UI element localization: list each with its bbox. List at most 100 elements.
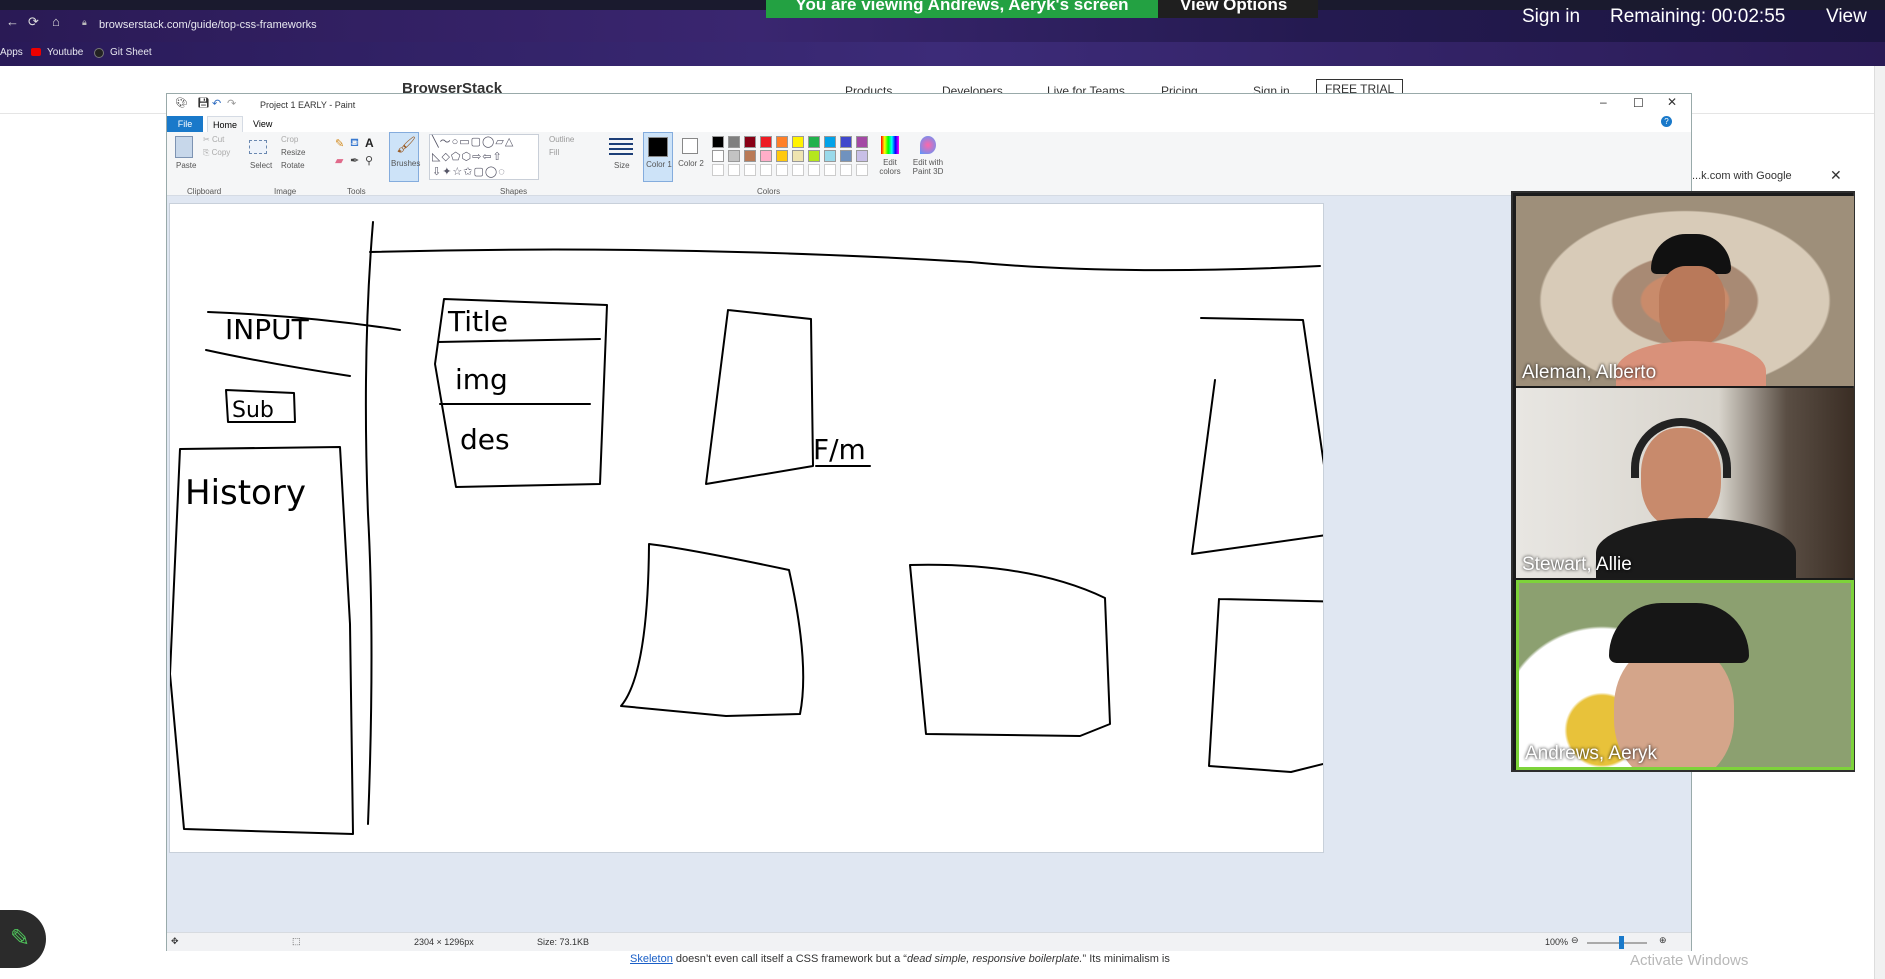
select-icon[interactable] <box>249 140 267 154</box>
copy-button[interactable]: ⎘ Copy <box>203 148 230 158</box>
page-scrollbar[interactable] <box>1874 66 1885 979</box>
eraser-icon[interactable]: ▰ <box>335 154 343 167</box>
brushes-button[interactable]: 🖌︎ Brushes <box>389 132 421 182</box>
tab-file[interactable]: File <box>167 116 203 132</box>
palette-custom-swatch[interactable] <box>776 164 788 176</box>
reload-icon[interactable]: ⟳ <box>28 14 39 30</box>
paint-status-bar: ✥ ⬚ 2304 × 1296px Size: 73.1KB 100% ⊖ ⊕ <box>167 932 1691 951</box>
zoom-slider[interactable] <box>1587 942 1647 944</box>
palette-swatch[interactable] <box>792 136 804 148</box>
palette-custom-swatch[interactable] <box>760 164 772 176</box>
size-icon[interactable] <box>609 138 633 156</box>
article-quote: dead simple, responsive boilerplate. <box>906 953 1083 965</box>
sketch-label-history: History <box>185 473 306 513</box>
bookmark-apps[interactable]: Apps <box>0 47 23 58</box>
color-picker-icon[interactable]: ✒︎ <box>350 154 359 167</box>
zoom-view-button[interactable]: View <box>1826 6 1867 28</box>
crop-button[interactable]: Crop <box>281 135 298 144</box>
outline-button[interactable]: Outline <box>549 135 574 144</box>
palette-swatch[interactable] <box>760 150 772 162</box>
drawing-canvas[interactable]: INPUT Sub History Title img des F/m <box>170 204 1323 852</box>
palette-custom-swatch[interactable] <box>728 164 740 176</box>
video-tile-2[interactable]: Stewart, Allie <box>1516 388 1854 578</box>
palette-swatch[interactable] <box>728 136 740 148</box>
shapes-gallery[interactable]: ╲〜○▭▢◯▱△ ◺◇⬠⬡⇨⇦⇧ ⇩✦☆✩▢◯◌ <box>429 134 539 180</box>
color2-label: Color 2 <box>678 159 704 168</box>
palette-swatch[interactable] <box>824 136 836 148</box>
rotate-button[interactable]: Rotate <box>281 161 305 170</box>
annotate-button[interactable]: ✎ <box>0 910 46 968</box>
palette-swatch[interactable] <box>712 136 724 148</box>
view-options-button[interactable]: View Options <box>1158 0 1318 18</box>
palette-custom-swatch[interactable] <box>712 164 724 176</box>
palette-swatch[interactable] <box>856 150 868 162</box>
undo-icon[interactable]: ↶ <box>212 97 221 110</box>
palette-swatch[interactable] <box>824 150 836 162</box>
magnifier-icon[interactable]: ⚲ <box>365 154 373 167</box>
sketch-label-input: INPUT <box>225 313 310 346</box>
sketch-label-des: des <box>460 423 510 456</box>
palette-swatch[interactable] <box>856 136 868 148</box>
text-icon[interactable]: A <box>365 136 374 150</box>
palette-swatch[interactable] <box>776 150 788 162</box>
skeleton-link[interactable]: Skeleton <box>630 953 673 965</box>
google-close-icon[interactable]: ✕ <box>1830 167 1842 184</box>
fill-button[interactable]: Fill <box>549 148 559 157</box>
video-tile-1[interactable]: Aleman, Alberto <box>1516 196 1854 386</box>
palette-custom-swatch[interactable] <box>840 164 852 176</box>
tab-view[interactable]: View <box>253 119 272 129</box>
minimize-icon[interactable]: – <box>1600 95 1607 109</box>
close-icon[interactable]: ✕ <box>1667 95 1677 109</box>
palette-custom-swatch[interactable] <box>856 164 868 176</box>
bookmark-git-sheet[interactable]: Git Sheet <box>110 47 152 58</box>
cut-button[interactable]: ✂︎ Cut <box>203 135 224 144</box>
cut-label: Cut <box>211 135 225 144</box>
redo-icon[interactable]: ↷ <box>227 97 236 110</box>
edit-colors-button[interactable]: Edit colors <box>873 132 905 182</box>
zoom-in-icon[interactable]: ⊕ <box>1659 935 1667 946</box>
palette-swatch[interactable] <box>744 136 756 148</box>
palette-custom-swatch[interactable] <box>744 164 756 176</box>
fill-bucket-icon[interactable]: ⛾ <box>350 137 359 151</box>
palette-swatch[interactable] <box>712 150 724 162</box>
article-text-1: doesn’t even call itself a CSS framework… <box>672 953 907 965</box>
edit-paint3d-button[interactable]: Edit with Paint 3D <box>908 132 946 182</box>
maximize-icon[interactable]: ☐ <box>1633 96 1644 110</box>
sketch-header-line <box>369 248 1321 272</box>
palette-custom-swatch[interactable] <box>824 164 836 176</box>
palette-custom-swatch[interactable] <box>808 164 820 176</box>
paste-button[interactable]: Paste <box>176 161 196 170</box>
zoom-sign-in[interactable]: Sign in <box>1522 6 1580 28</box>
help-icon[interactable]: ? <box>1661 116 1672 127</box>
color2-button[interactable]: Color 2 <box>676 132 706 182</box>
palette-swatch[interactable] <box>792 150 804 162</box>
palette-swatch[interactable] <box>760 136 772 148</box>
resize-button[interactable]: Resize <box>281 148 305 157</box>
palette-swatch[interactable] <box>840 136 852 148</box>
palette-swatch[interactable] <box>808 136 820 148</box>
zoom-slider-thumb[interactable] <box>1619 936 1624 949</box>
paint-app-icon: 🎨︎ <box>175 98 188 109</box>
color1-button[interactable]: Color 1 <box>643 132 673 182</box>
palette-swatch[interactable] <box>808 150 820 162</box>
brushes-label: Brushes <box>391 159 421 168</box>
select-button[interactable]: Select <box>250 161 272 170</box>
palette-custom-swatch[interactable] <box>792 164 804 176</box>
tab-home[interactable]: Home <box>207 116 243 132</box>
size-button[interactable]: Size <box>614 161 630 170</box>
palette-swatch[interactable] <box>840 150 852 162</box>
back-icon[interactable]: ← <box>6 14 19 29</box>
zoom-out-icon[interactable]: ⊖ <box>1571 935 1579 946</box>
home-icon[interactable]: ⌂ <box>52 14 60 29</box>
palette-swatch[interactable] <box>728 150 740 162</box>
palette-swatch[interactable] <box>776 136 788 148</box>
paint-window: 🎨︎ 💾︎ ↶ ↷ Project 1 EARLY - Paint – ☐ ✕ … <box>166 93 1692 951</box>
address-bar[interactable]: browserstack.com/guide/top-css-framework… <box>99 19 317 31</box>
save-icon[interactable]: 💾︎ <box>197 98 210 109</box>
paste-icon[interactable] <box>175 136 193 158</box>
bookmark-youtube[interactable]: Youtube <box>47 47 83 58</box>
palette-swatch[interactable] <box>744 150 756 162</box>
participant-face <box>1659 266 1725 346</box>
video-tile-3-active[interactable]: Andrews, Aeryk <box>1516 580 1854 770</box>
pencil-icon[interactable]: ✎ <box>335 137 344 150</box>
